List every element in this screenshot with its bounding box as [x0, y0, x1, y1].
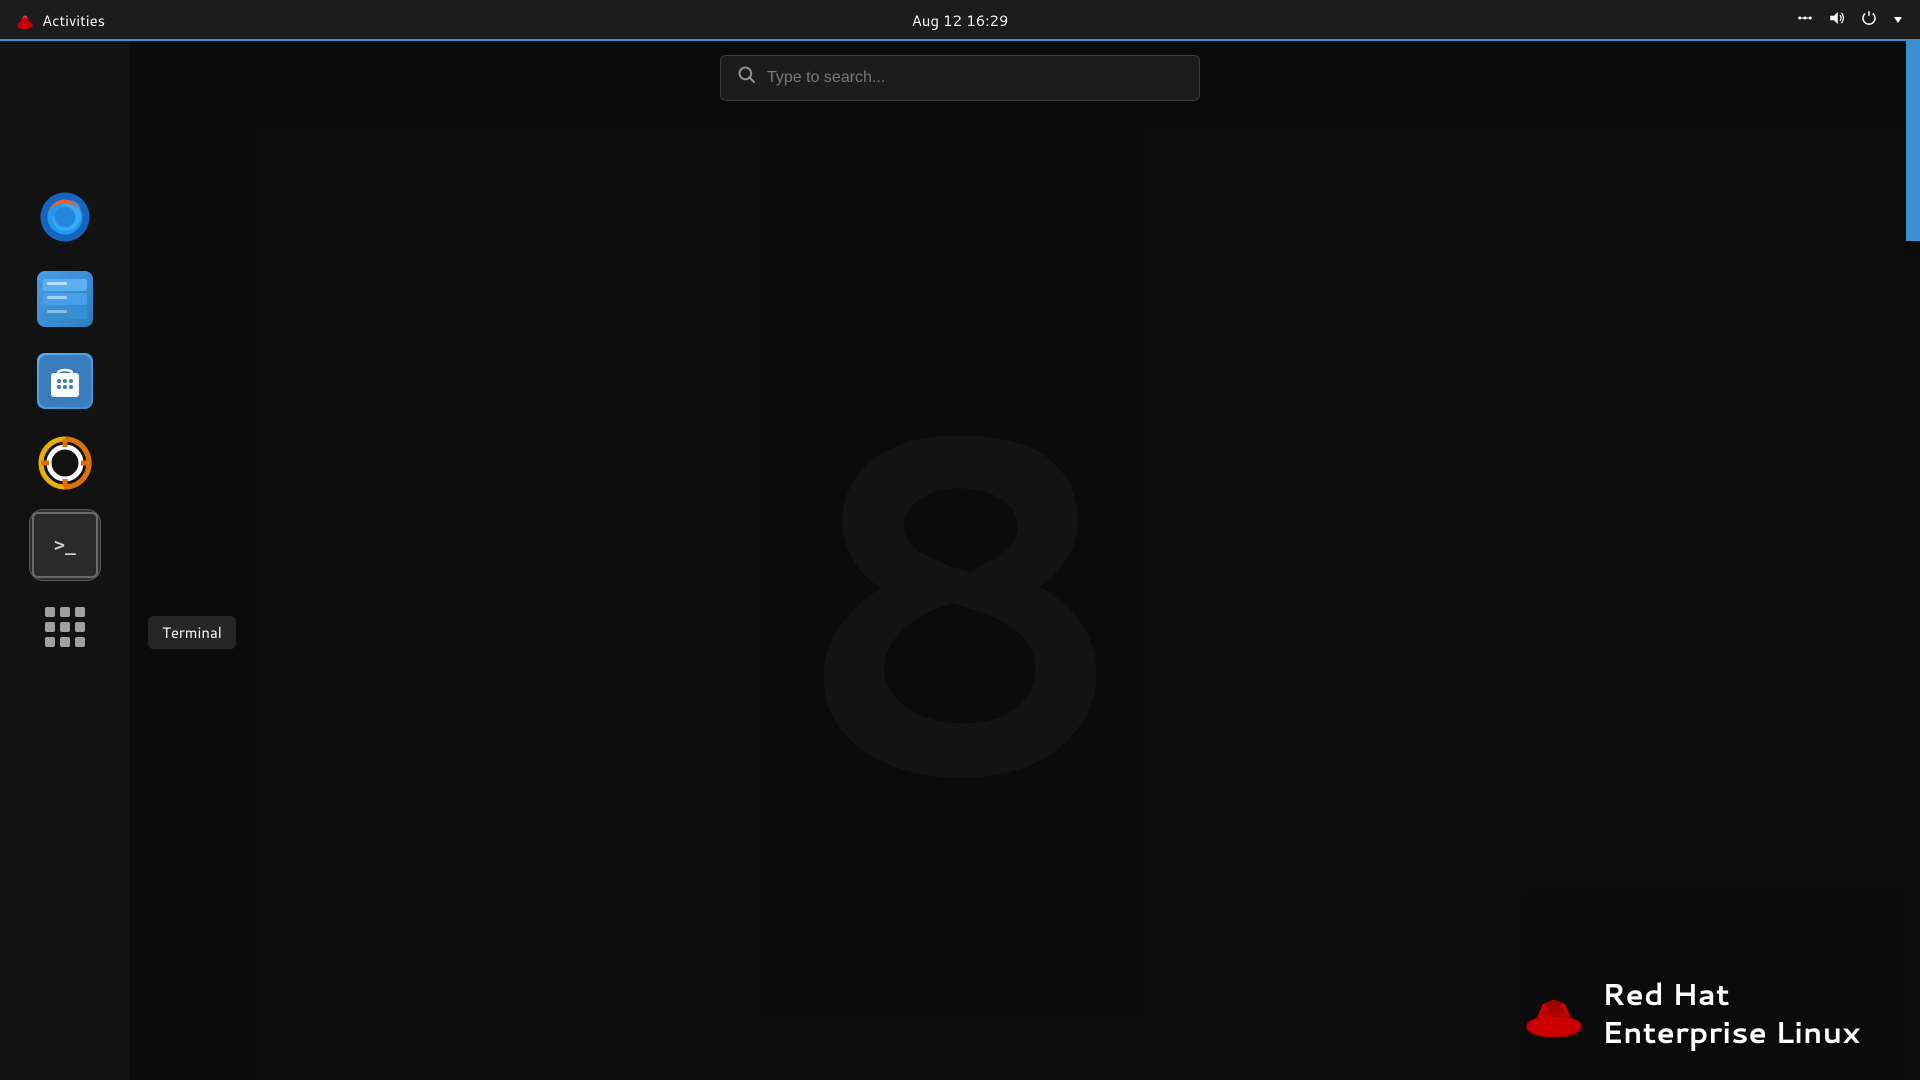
activities-label: Activities — [42, 10, 105, 31]
redhat-logo: Red Hat Enterprise Linux — [1524, 975, 1860, 1050]
right-panel-hint — [1906, 41, 1920, 241]
volume-icon[interactable] — [1824, 5, 1850, 37]
search-container — [720, 55, 1200, 101]
power-icon[interactable] — [1856, 5, 1882, 37]
network-icon[interactable] — [1792, 5, 1818, 37]
software-icon — [37, 353, 93, 409]
grid-dot — [45, 637, 55, 647]
system-menu-chevron[interactable] — [1888, 5, 1908, 36]
topbar-right — [1792, 5, 1920, 37]
grid-dot — [75, 607, 85, 617]
dock-item-software[interactable] — [29, 345, 101, 417]
grid-dot — [60, 622, 70, 632]
grid-dot — [75, 637, 85, 647]
activities-button[interactable]: Activities — [0, 0, 119, 41]
firefox-icon — [37, 189, 93, 245]
grid-dot — [60, 607, 70, 617]
dock: >_ — [0, 41, 130, 1080]
grid-dot — [75, 622, 85, 632]
grid-dot — [45, 622, 55, 632]
clock: Aug 12 16:29 — [912, 10, 1009, 31]
redhat-hat-logo — [1524, 983, 1584, 1043]
topbar: Activities Aug 12 16:29 — [0, 0, 1920, 41]
activities-underline — [0, 39, 1920, 41]
dock-item-appgrid[interactable] — [29, 591, 101, 663]
terminal-tooltip: Terminal — [148, 616, 236, 649]
redhat-icon — [14, 10, 36, 32]
redhat-text: Red Hat Enterprise Linux — [1602, 975, 1860, 1050]
dock-item-help[interactable] — [29, 427, 101, 499]
search-bar — [720, 55, 1200, 101]
dock-item-firefox[interactable] — [29, 181, 101, 253]
help-icon — [37, 435, 93, 491]
search-input[interactable] — [767, 69, 1183, 87]
overlay — [0, 41, 1920, 1080]
grid-dot — [60, 637, 70, 647]
app-grid-icon — [37, 599, 93, 655]
dock-item-files[interactable] — [29, 263, 101, 335]
search-icon — [737, 65, 757, 91]
grid-dot — [45, 607, 55, 617]
dock-item-terminal[interactable]: >_ — [29, 509, 101, 581]
terminal-icon: >_ — [32, 512, 98, 578]
files-icon — [37, 271, 93, 327]
